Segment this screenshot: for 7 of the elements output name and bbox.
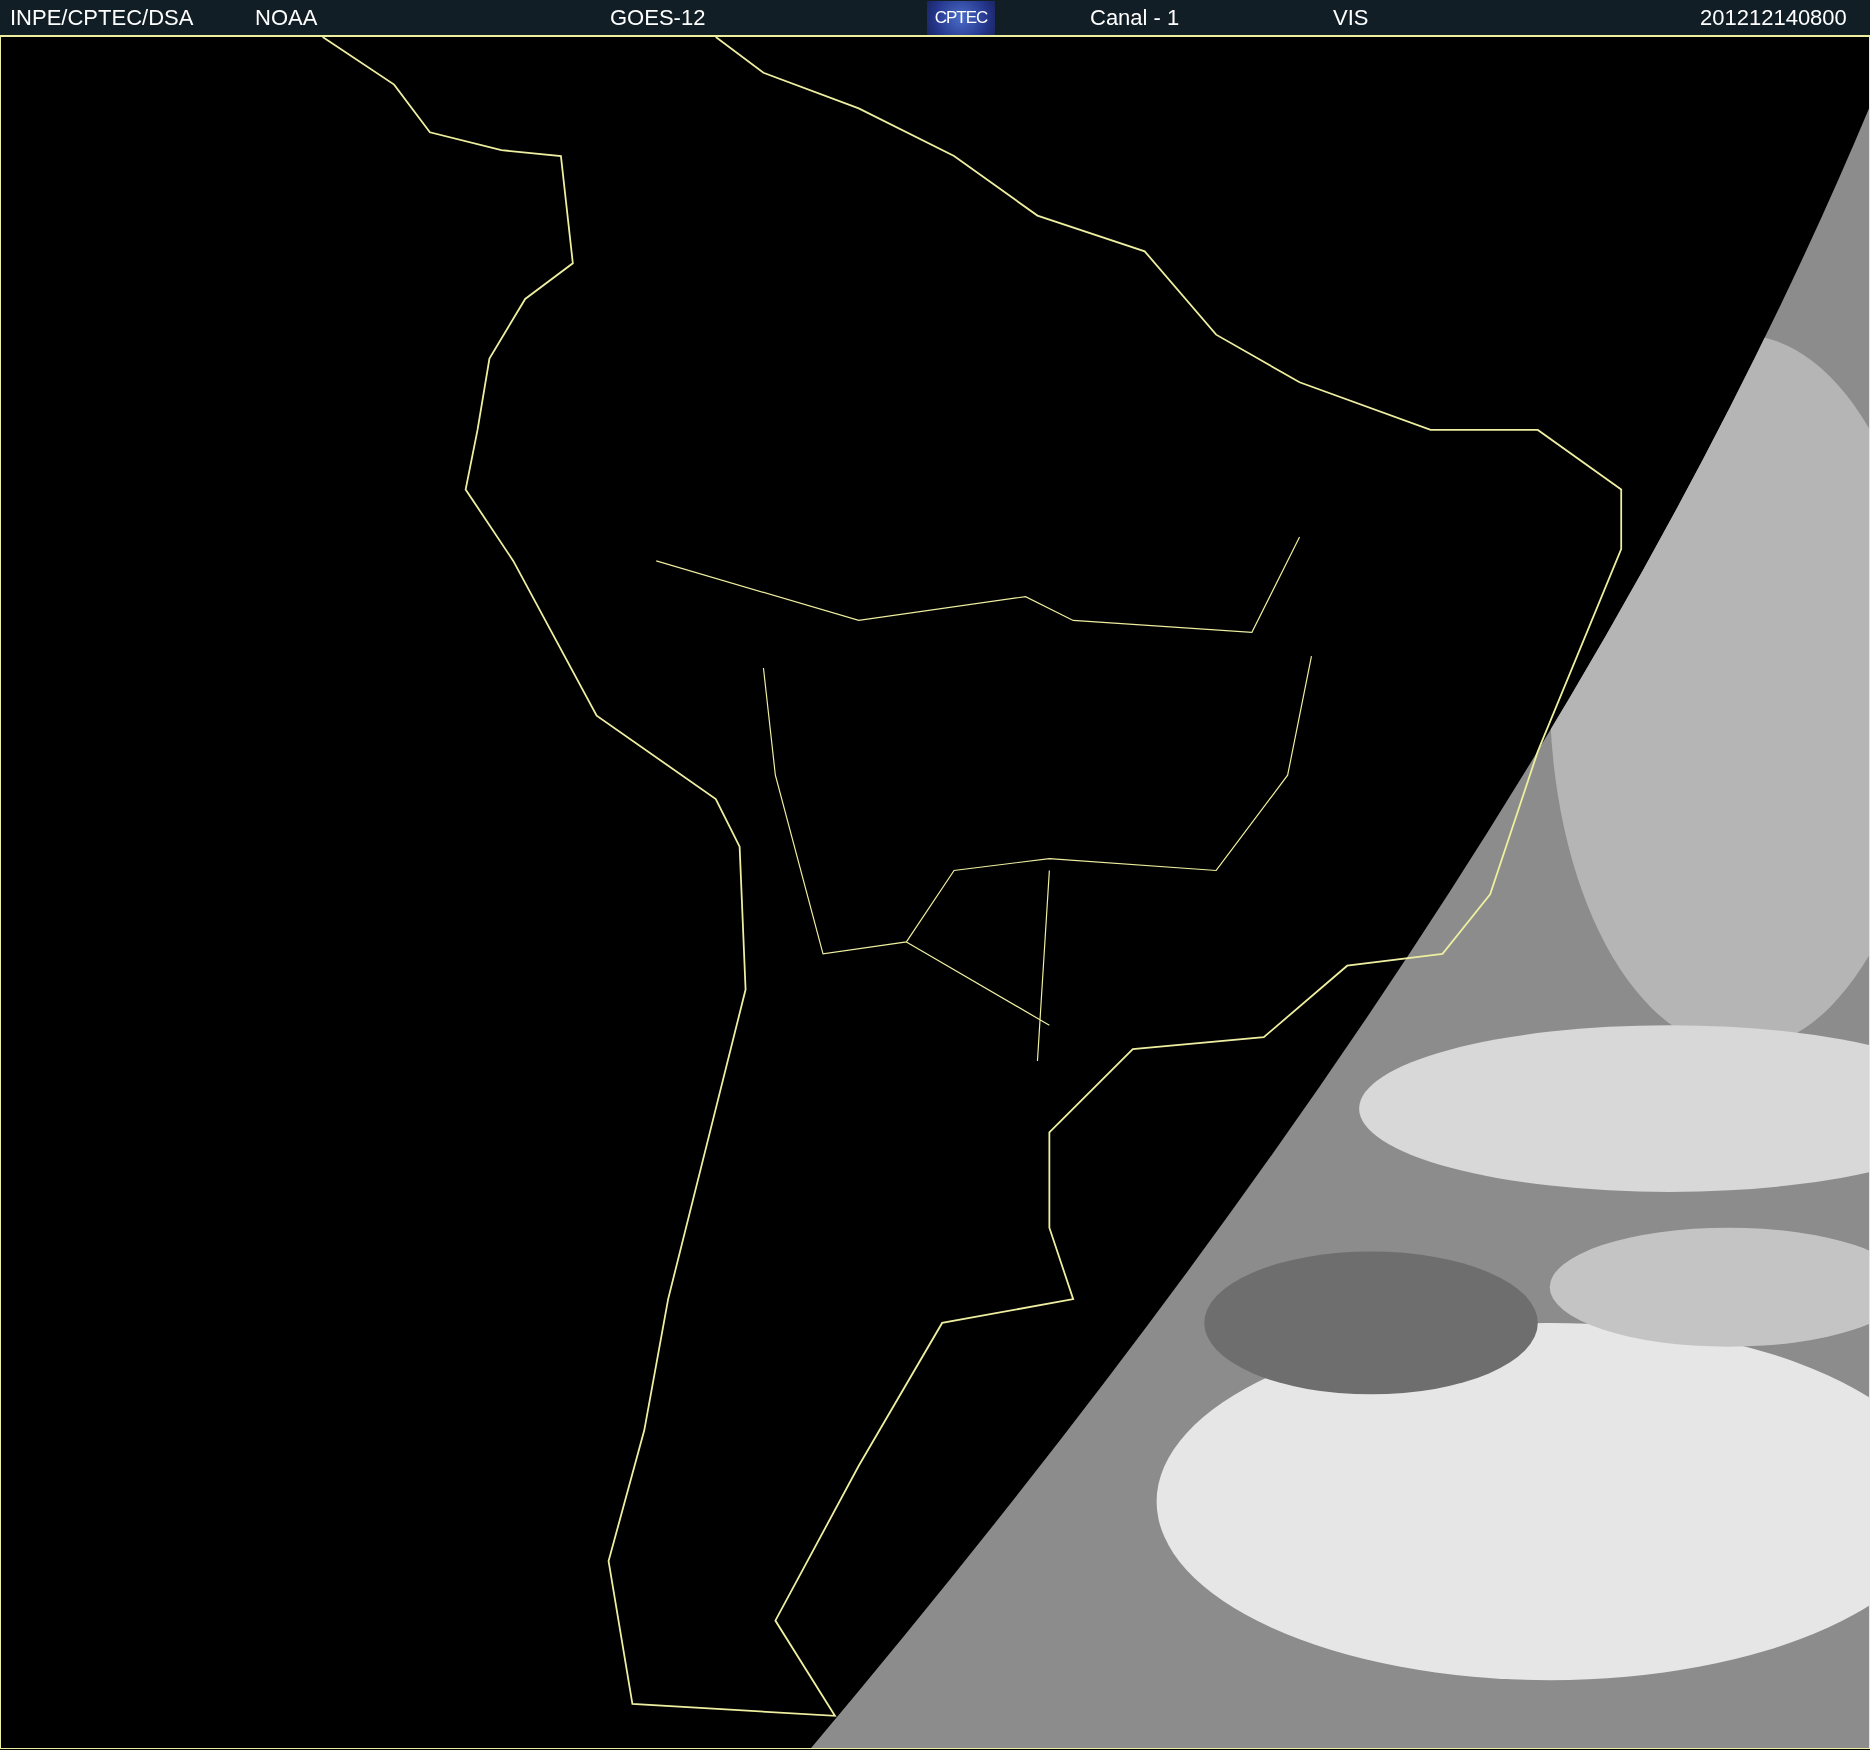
header-label: GOES-12: [610, 4, 706, 31]
header-label: NOAA: [255, 4, 318, 31]
header-label: 201212140800: [1700, 4, 1847, 31]
header-label: Canal - 1: [1090, 4, 1180, 31]
header-label: INPE/CPTEC/DSA: [10, 4, 194, 31]
logo: CPTEC: [927, 0, 995, 35]
header-label: VIS: [1333, 4, 1369, 31]
